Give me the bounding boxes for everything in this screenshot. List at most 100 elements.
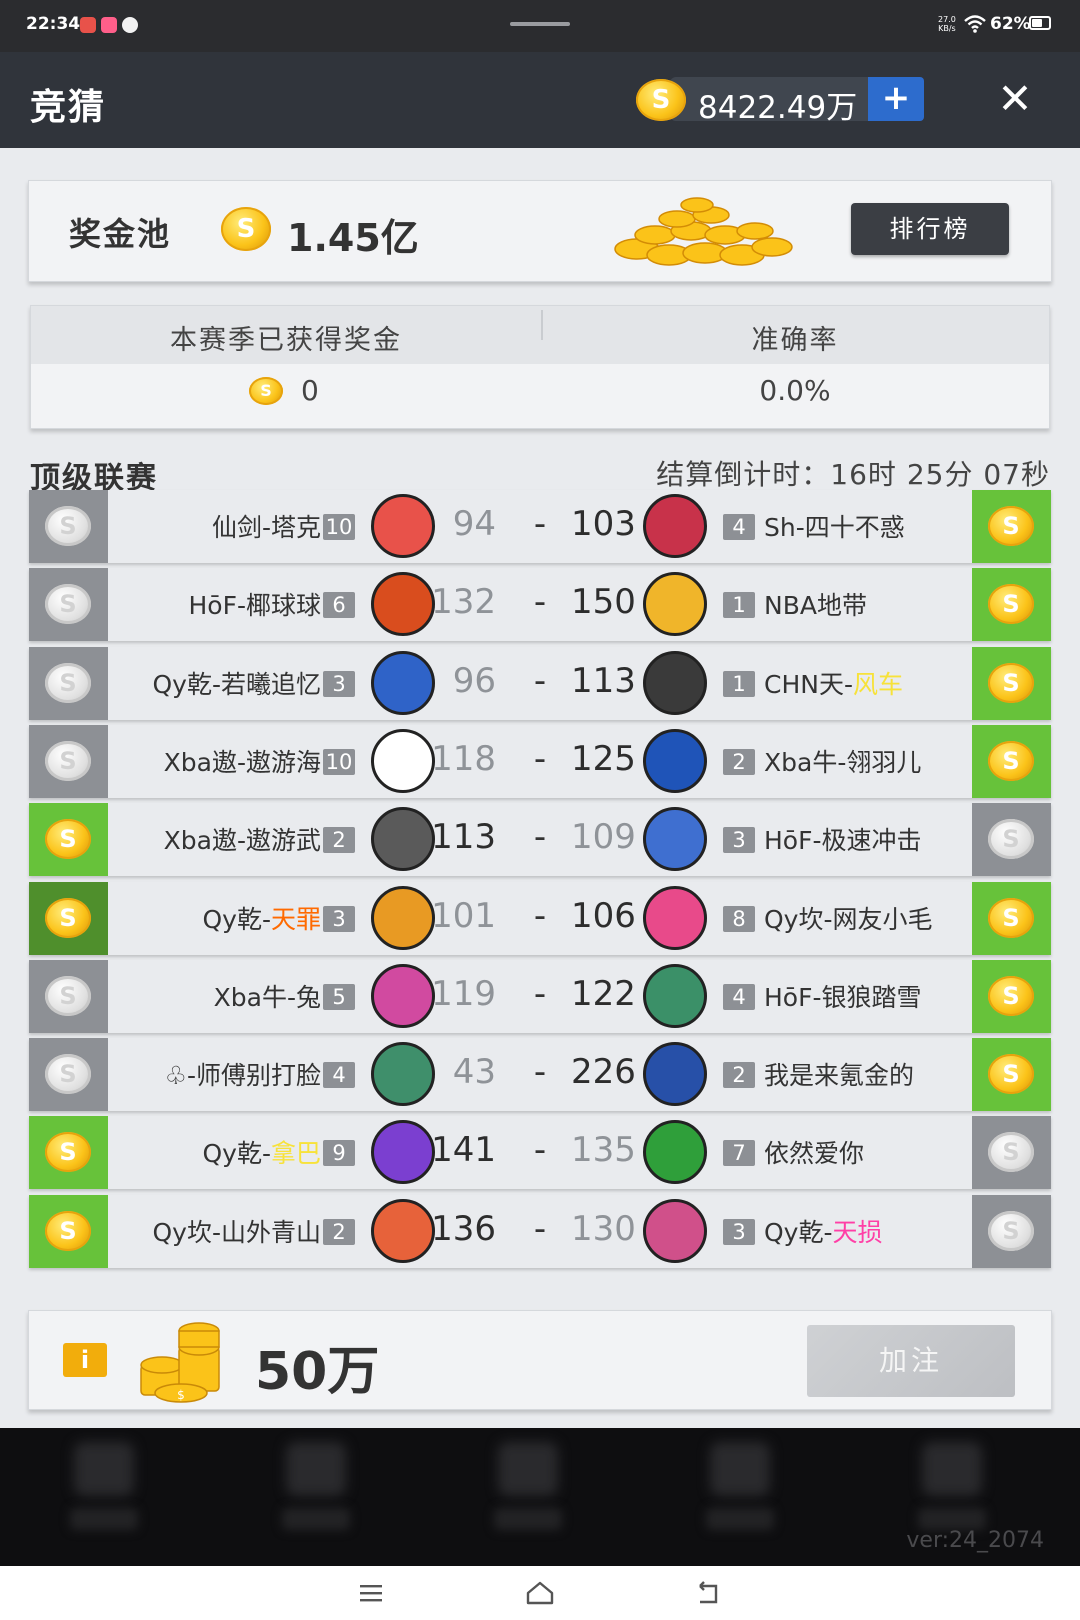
home-team-logo xyxy=(371,650,435,715)
stats-header: 本赛季已获得奖金 准确率 xyxy=(31,306,1049,364)
score-separator: - xyxy=(533,1052,547,1093)
home-score: 94 xyxy=(452,504,496,544)
silver-coin-icon: S xyxy=(988,1210,1034,1251)
bet-away-button[interactable]: S xyxy=(972,1038,1051,1112)
blurred-menu-item xyxy=(64,1442,144,1542)
svg-text:$: $ xyxy=(177,1388,185,1402)
home-team-level: 2 xyxy=(323,1218,355,1245)
bet-home-button[interactable]: S xyxy=(29,1038,108,1112)
coin-stack-icon: $ xyxy=(140,1322,220,1403)
away-team-name: NBA地带 xyxy=(764,586,867,622)
away-team-name-text: HōF-银狼踏雪 xyxy=(764,982,922,1012)
home-team-name-highlight: 天罪 xyxy=(270,904,321,934)
info-icon[interactable]: i xyxy=(63,1343,107,1377)
page-title: 竞猜 xyxy=(30,87,107,128)
status-time: 22:34 xyxy=(26,14,81,34)
bet-home-button[interactable]: S xyxy=(29,803,108,877)
blurred-menu-item xyxy=(488,1442,568,1542)
gold-coin-icon: S xyxy=(45,1132,91,1173)
home-score: 141 xyxy=(431,1130,496,1171)
accuracy-label: 准确率 xyxy=(751,325,839,356)
menu-icon[interactable] xyxy=(352,1576,392,1610)
leaderboard-button[interactable]: 排行榜 xyxy=(851,203,1009,255)
network-speed-unit: KB/s xyxy=(938,24,956,33)
silver-coin-icon: S xyxy=(45,1054,91,1095)
away-team-name-text: HōF-极速冲击 xyxy=(764,826,922,856)
gold-coin-icon: S xyxy=(988,506,1034,546)
home-team-level: 4 xyxy=(323,1062,355,1089)
home-team-logo xyxy=(371,1198,435,1263)
gold-coin-icon: S xyxy=(988,897,1034,938)
add-balance-button[interactable]: + xyxy=(868,77,924,121)
away-team-level: 3 xyxy=(723,827,755,854)
bet-away-button[interactable]: S xyxy=(972,1116,1051,1190)
home-team-logo xyxy=(371,885,435,950)
away-team-name-text: Sh xyxy=(764,513,796,542)
away-team-name-text: NBA地带 xyxy=(764,591,867,621)
silver-coin-icon: S xyxy=(45,506,91,546)
home-team-level: 2 xyxy=(323,827,355,854)
close-button[interactable]: ✕ xyxy=(990,74,1040,124)
home-team-name-text: Xba牛-兔 xyxy=(213,982,321,1012)
bet-home-button[interactable]: S xyxy=(29,568,108,642)
bet-home-button[interactable]: S xyxy=(29,724,108,798)
blurred-menu-item xyxy=(276,1442,356,1542)
home-icon[interactable] xyxy=(520,1576,560,1610)
away-team-name-highlight: 天损 xyxy=(832,1217,883,1247)
away-team-name-text: 我是来氪金的 xyxy=(764,1061,915,1091)
settlement-countdown: 结算倒计时：16时 25分 07秒 xyxy=(656,458,1050,491)
away-score: 226 xyxy=(571,1052,636,1093)
match-row: S Qy乾-拿巴 9 141-135 7 依然爱你 S xyxy=(29,1116,1051,1190)
away-team-name-text: Xba牛-翎羽儿 xyxy=(764,747,922,777)
bet-home-button[interactable]: S xyxy=(29,1116,108,1190)
network-speed: 27.0 KB/s xyxy=(938,15,956,33)
gesture-pill xyxy=(510,22,570,26)
home-team-level: 6 xyxy=(323,592,355,619)
home-score: 43 xyxy=(452,1052,496,1093)
bet-away-button[interactable]: S xyxy=(972,1194,1051,1268)
bet-home-button[interactable]: S xyxy=(29,1194,108,1268)
home-team-name: ♧-师傅别打脸 xyxy=(165,1056,321,1092)
blurred-bottom-menu: ver:24_2074 xyxy=(0,1428,1080,1566)
score-separator: - xyxy=(533,1208,547,1249)
home-score: 101 xyxy=(431,895,496,936)
away-score: 103 xyxy=(571,504,636,544)
score-separator: - xyxy=(533,1130,547,1171)
back-icon[interactable] xyxy=(688,1576,728,1610)
away-team-level: 7 xyxy=(723,1140,755,1167)
prize-pool-value: 1.45亿 xyxy=(287,216,419,260)
raise-bet-button[interactable]: 加注 xyxy=(807,1325,1015,1397)
blurred-menu-item xyxy=(912,1442,992,1542)
away-score: 150 xyxy=(571,582,636,623)
bet-home-button[interactable]: S xyxy=(29,490,108,563)
bet-away-button[interactable]: S xyxy=(972,646,1051,720)
away-team-level: 4 xyxy=(723,983,755,1010)
season-stats-card: 本赛季已获得奖金 准确率 S 0 0.0% xyxy=(30,305,1050,429)
away-team-level: 2 xyxy=(723,748,755,775)
bet-home-button[interactable]: S xyxy=(29,959,108,1033)
away-team-name-text: Qy乾- xyxy=(764,1217,833,1247)
gold-coin-icon: S xyxy=(988,662,1034,703)
balance-value: 8422.49万 xyxy=(698,90,858,126)
away-score: 106 xyxy=(571,895,636,936)
bet-away-button[interactable]: S xyxy=(972,803,1051,877)
bet-home-button[interactable]: S xyxy=(29,881,108,955)
bet-away-button[interactable]: S xyxy=(972,881,1051,955)
bet-away-button[interactable]: S xyxy=(972,490,1051,563)
away-team-logo xyxy=(643,885,707,950)
gold-coin-icon: S xyxy=(249,377,283,405)
away-team-name-text: 依然爱你 xyxy=(764,1139,865,1169)
silver-coin-icon: S xyxy=(45,740,91,781)
away-team-name: HōF-银狼踏雪 xyxy=(764,978,922,1014)
bet-away-button[interactable]: S xyxy=(972,724,1051,798)
home-team-name: 仙剑-塔克 xyxy=(212,508,321,544)
status-bar: 22:34 27.0 KB/s 62% xyxy=(0,0,1080,52)
away-team-name-suffix: -四十不惑 xyxy=(795,513,905,542)
away-score: 109 xyxy=(571,817,636,858)
bet-home-button[interactable]: S xyxy=(29,646,108,720)
away-team-name: Qy乾-天损 xyxy=(764,1213,883,1249)
bet-away-button[interactable]: S xyxy=(972,959,1051,1033)
bet-away-button[interactable]: S xyxy=(972,568,1051,642)
home-team-level: 10 xyxy=(323,514,355,540)
silver-coin-icon: S xyxy=(45,662,91,703)
